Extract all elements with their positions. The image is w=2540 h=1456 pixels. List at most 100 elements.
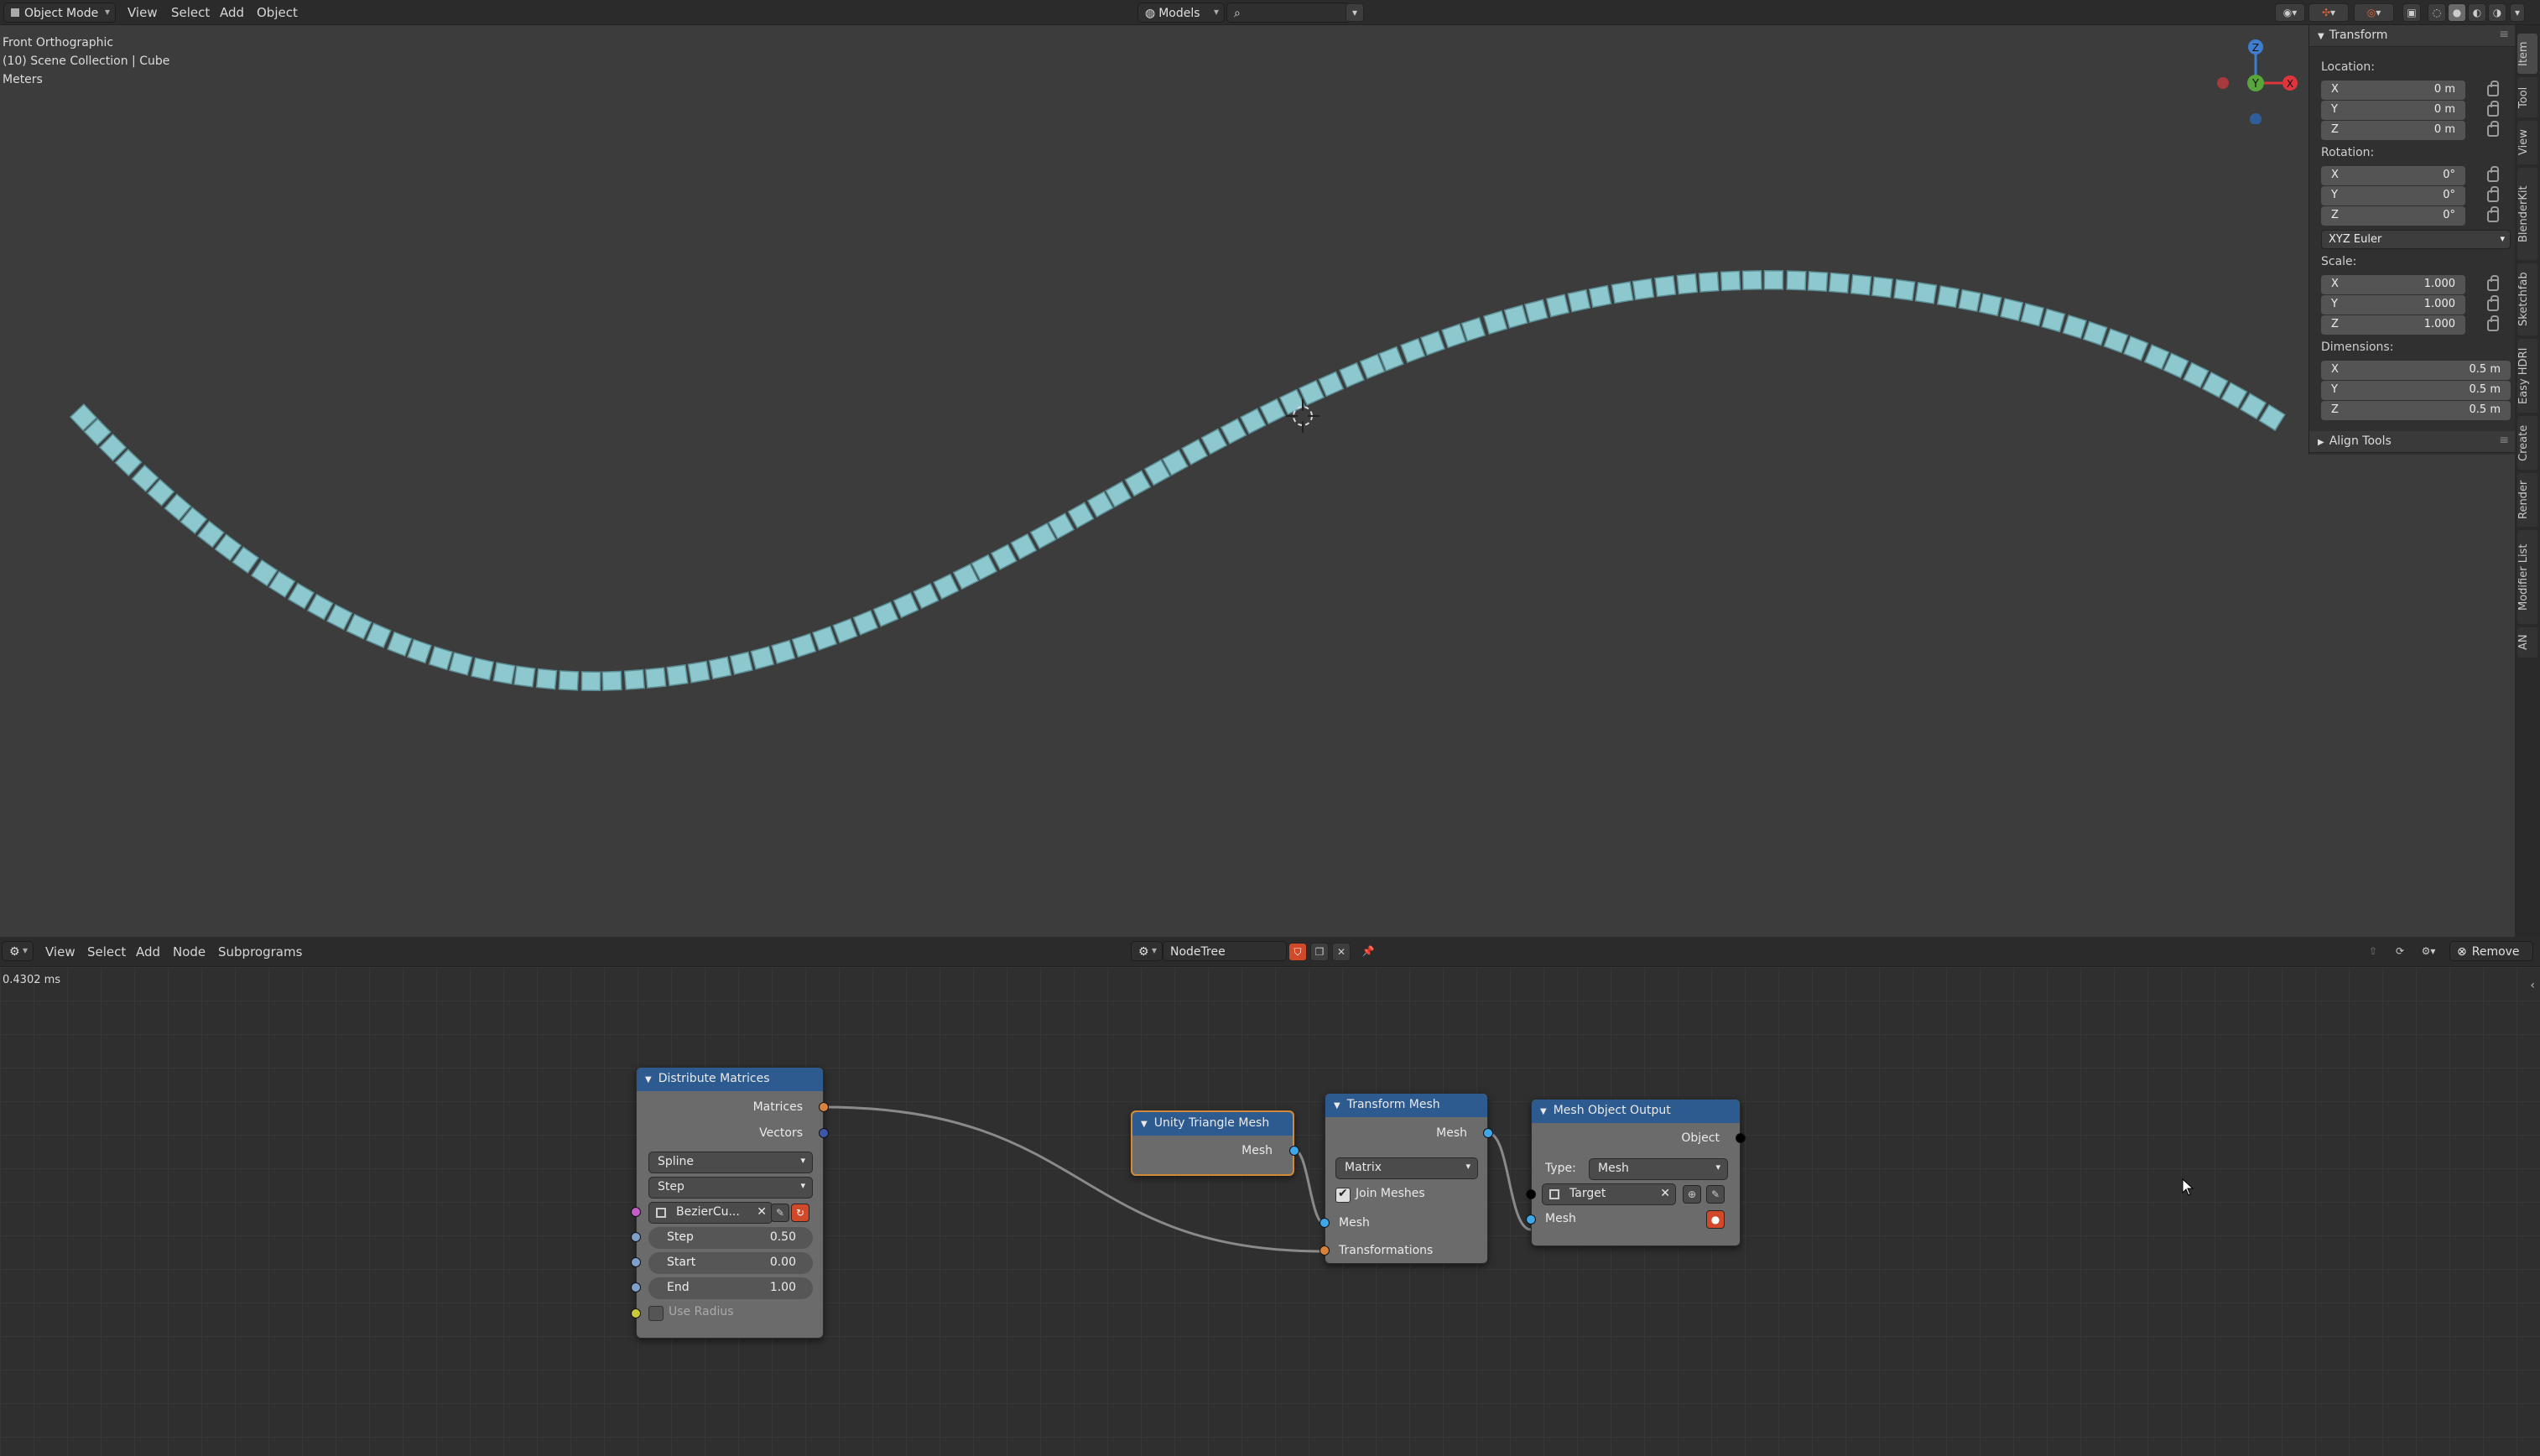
parent-tree-icon[interactable]: ⇧ xyxy=(2364,943,2382,961)
3d-viewport[interactable]: Front Orthographic (10) Scene Collection… xyxy=(0,25,2540,937)
lock-icon[interactable] xyxy=(2487,315,2499,331)
output-mesh-socket[interactable] xyxy=(1289,1146,1299,1156)
menu-subprograms[interactable]: Subprograms xyxy=(218,944,302,959)
type-dropdown[interactable]: Mesh ▾ xyxy=(1589,1158,1728,1180)
navigation-gizmo[interactable]: Y Z X xyxy=(2208,32,2300,124)
clear-icon[interactable]: ✕ xyxy=(757,1205,767,1219)
location-x-field[interactable]: X 0 m xyxy=(2321,81,2465,100)
tab-blenderkit[interactable]: BlenderKit xyxy=(2517,168,2537,260)
lock-icon[interactable] xyxy=(2487,81,2499,96)
fake-user-shield-icon[interactable]: ⛉ xyxy=(1288,943,1307,961)
unlink-tree-icon[interactable]: ✕ xyxy=(1332,943,1351,961)
drag-handle-icon[interactable]: ≡ xyxy=(2499,28,2509,41)
transform-type-dropdown[interactable]: Matrix ▾ xyxy=(1335,1157,1478,1179)
visibility-icon[interactable]: ◉▾ xyxy=(2275,3,2305,22)
lock-icon[interactable] xyxy=(2487,166,2499,182)
join-meshes-checkbox[interactable]: ✔ xyxy=(1335,1187,1351,1203)
menu-select[interactable]: Select xyxy=(171,5,210,20)
location-z-field[interactable]: Z 0 m xyxy=(2321,121,2465,140)
lock-icon[interactable] xyxy=(2487,121,2499,137)
tab-tool[interactable]: Tool xyxy=(2517,77,2537,117)
refresh-icon[interactable]: ↻ xyxy=(791,1204,809,1222)
location-y-field[interactable]: Y 0 m xyxy=(2321,101,2465,120)
collapse-arrow-icon[interactable]: ▼ xyxy=(1540,1107,1547,1116)
input-object-socket[interactable] xyxy=(1526,1189,1536,1199)
node-tree-name-field[interactable]: NodeTree xyxy=(1163,941,1287,961)
input-spline-socket[interactable] xyxy=(631,1207,641,1217)
editor-type-dropdown[interactable]: ⚙ ▾ xyxy=(2,941,34,961)
node-header[interactable]: ▼ Mesh Object Output xyxy=(1532,1100,1740,1123)
shading-options-icon[interactable]: ▾ xyxy=(2510,3,2525,22)
solid-shading-icon[interactable]: ● xyxy=(2448,3,2466,22)
node-header[interactable]: ▼ Transform Mesh xyxy=(1325,1094,1487,1117)
input-end-socket[interactable] xyxy=(631,1282,641,1292)
start-field[interactable]: Start 0.00 xyxy=(648,1252,813,1274)
wireframe-shading-icon[interactable]: ◌ xyxy=(2428,3,2446,22)
neg-z-axis-icon[interactable] xyxy=(2250,113,2262,124)
collapse-arrow-icon[interactable]: ▼ xyxy=(645,1075,652,1084)
tab-easy-hdri[interactable]: Easy HDRI xyxy=(2517,339,2537,413)
tab-view[interactable]: View xyxy=(2517,121,2537,164)
duplicate-tree-icon[interactable]: ❐ xyxy=(1310,943,1329,961)
xray-icon[interactable]: ▣ xyxy=(2402,3,2421,22)
scale-z-field[interactable]: Z 1.000 xyxy=(2321,315,2465,335)
menu-add[interactable]: Add xyxy=(136,944,160,959)
align-tools-section-header[interactable]: ▶ Align Tools ≡ xyxy=(2309,431,2516,453)
dimensions-x-field[interactable]: X 0.5 m xyxy=(2321,361,2511,380)
snap-icon[interactable]: ⚙▾ xyxy=(2414,943,2443,961)
pin-icon[interactable]: 📌 xyxy=(1359,943,1377,961)
object-selector[interactable]: BezierCu... ✕ xyxy=(648,1202,773,1224)
transform-mesh-node[interactable]: ▼ Transform Mesh Mesh Matrix ▾ ✔ Join Mesh… xyxy=(1319,1093,1493,1264)
tab-an[interactable]: AN xyxy=(2517,627,2537,658)
menu-view[interactable]: View xyxy=(45,944,75,959)
collapse-arrow-icon[interactable]: ▼ xyxy=(1334,1101,1340,1110)
tab-item[interactable]: Item xyxy=(2517,34,2537,74)
node-tree-type-dropdown[interactable]: ⚙ ▾ xyxy=(1131,941,1163,961)
tab-sketchfab[interactable]: Sketchfab xyxy=(2517,263,2537,335)
output-object-socket[interactable] xyxy=(1736,1133,1746,1143)
search-dropdown-button[interactable]: ▾ xyxy=(1345,3,1364,22)
record-icon[interactable]: ● xyxy=(1706,1210,1725,1229)
lock-icon[interactable] xyxy=(2487,295,2499,311)
unity-triangle-mesh-node[interactable]: ▼ Unity Triangle Mesh Mesh xyxy=(1131,1110,1299,1176)
input-mesh-socket[interactable] xyxy=(1526,1214,1536,1225)
input-start-socket[interactable] xyxy=(631,1257,641,1267)
collapse-arrow-icon[interactable]: ▼ xyxy=(1141,1120,1148,1129)
menu-select[interactable]: Select xyxy=(87,944,126,959)
scale-x-field[interactable]: X 1.000 xyxy=(2321,275,2465,294)
output-matrices-socket[interactable] xyxy=(819,1102,829,1112)
distribute-matrices-node[interactable]: ▼ Distribute Matrices Matrices Vectors Sp… xyxy=(631,1067,829,1339)
tab-modifier-list[interactable]: Modifier List xyxy=(2517,530,2537,624)
auto-execution-icon[interactable]: ⟳ xyxy=(2391,943,2409,961)
asset-search-input[interactable]: ⌕ xyxy=(1226,3,1351,23)
transform-section-header[interactable]: ▼ Transform ≡ xyxy=(2309,25,2516,47)
eyedropper-icon[interactable]: ✎ xyxy=(1706,1185,1725,1204)
rendered-shading-icon[interactable]: ◑ xyxy=(2488,3,2506,22)
tab-create[interactable]: Create xyxy=(2517,416,2537,470)
input-transformations-socket[interactable] xyxy=(1319,1245,1330,1256)
rotation-y-field[interactable]: Y 0° xyxy=(2321,186,2465,205)
lock-icon[interactable] xyxy=(2487,101,2499,117)
neg-x-axis-icon[interactable] xyxy=(2217,77,2229,89)
drag-handle-icon[interactable]: ≡ xyxy=(2499,434,2509,447)
lock-icon[interactable] xyxy=(2487,206,2499,222)
mode-dropdown[interactable]: Spline ▾ xyxy=(648,1152,813,1173)
rotation-x-field[interactable]: X 0° xyxy=(2321,166,2465,185)
dimensions-z-field[interactable]: Z 0.5 m xyxy=(2321,401,2511,420)
dimensions-y-field[interactable]: Y 0.5 m xyxy=(2321,381,2511,400)
menu-view[interactable]: View xyxy=(128,5,158,20)
target-object-selector[interactable]: Target ✕ xyxy=(1542,1183,1676,1205)
input-use-radius-socket[interactable] xyxy=(631,1308,641,1318)
step-field[interactable]: Step 0.50 xyxy=(648,1227,813,1249)
mesh-object-output-node[interactable]: ▼ Mesh Object Output Object Type: Mesh ▾ T… xyxy=(1526,1099,1746,1246)
models-dropdown[interactable]: ◍ Models ▾ xyxy=(1137,3,1225,23)
tab-render[interactable]: Render xyxy=(2517,473,2537,527)
end-field[interactable]: End 1.00 xyxy=(648,1277,813,1299)
output-mesh-socket[interactable] xyxy=(1483,1128,1493,1138)
remove-button[interactable]: ⊗ Remove xyxy=(2449,941,2533,961)
eyedropper-icon[interactable]: ✎ xyxy=(771,1204,789,1222)
input-mesh-socket[interactable] xyxy=(1319,1218,1330,1228)
input-step-socket[interactable] xyxy=(631,1232,641,1242)
material-shading-icon[interactable]: ◐ xyxy=(2468,3,2486,22)
clear-icon[interactable]: ✕ xyxy=(1660,1187,1670,1200)
